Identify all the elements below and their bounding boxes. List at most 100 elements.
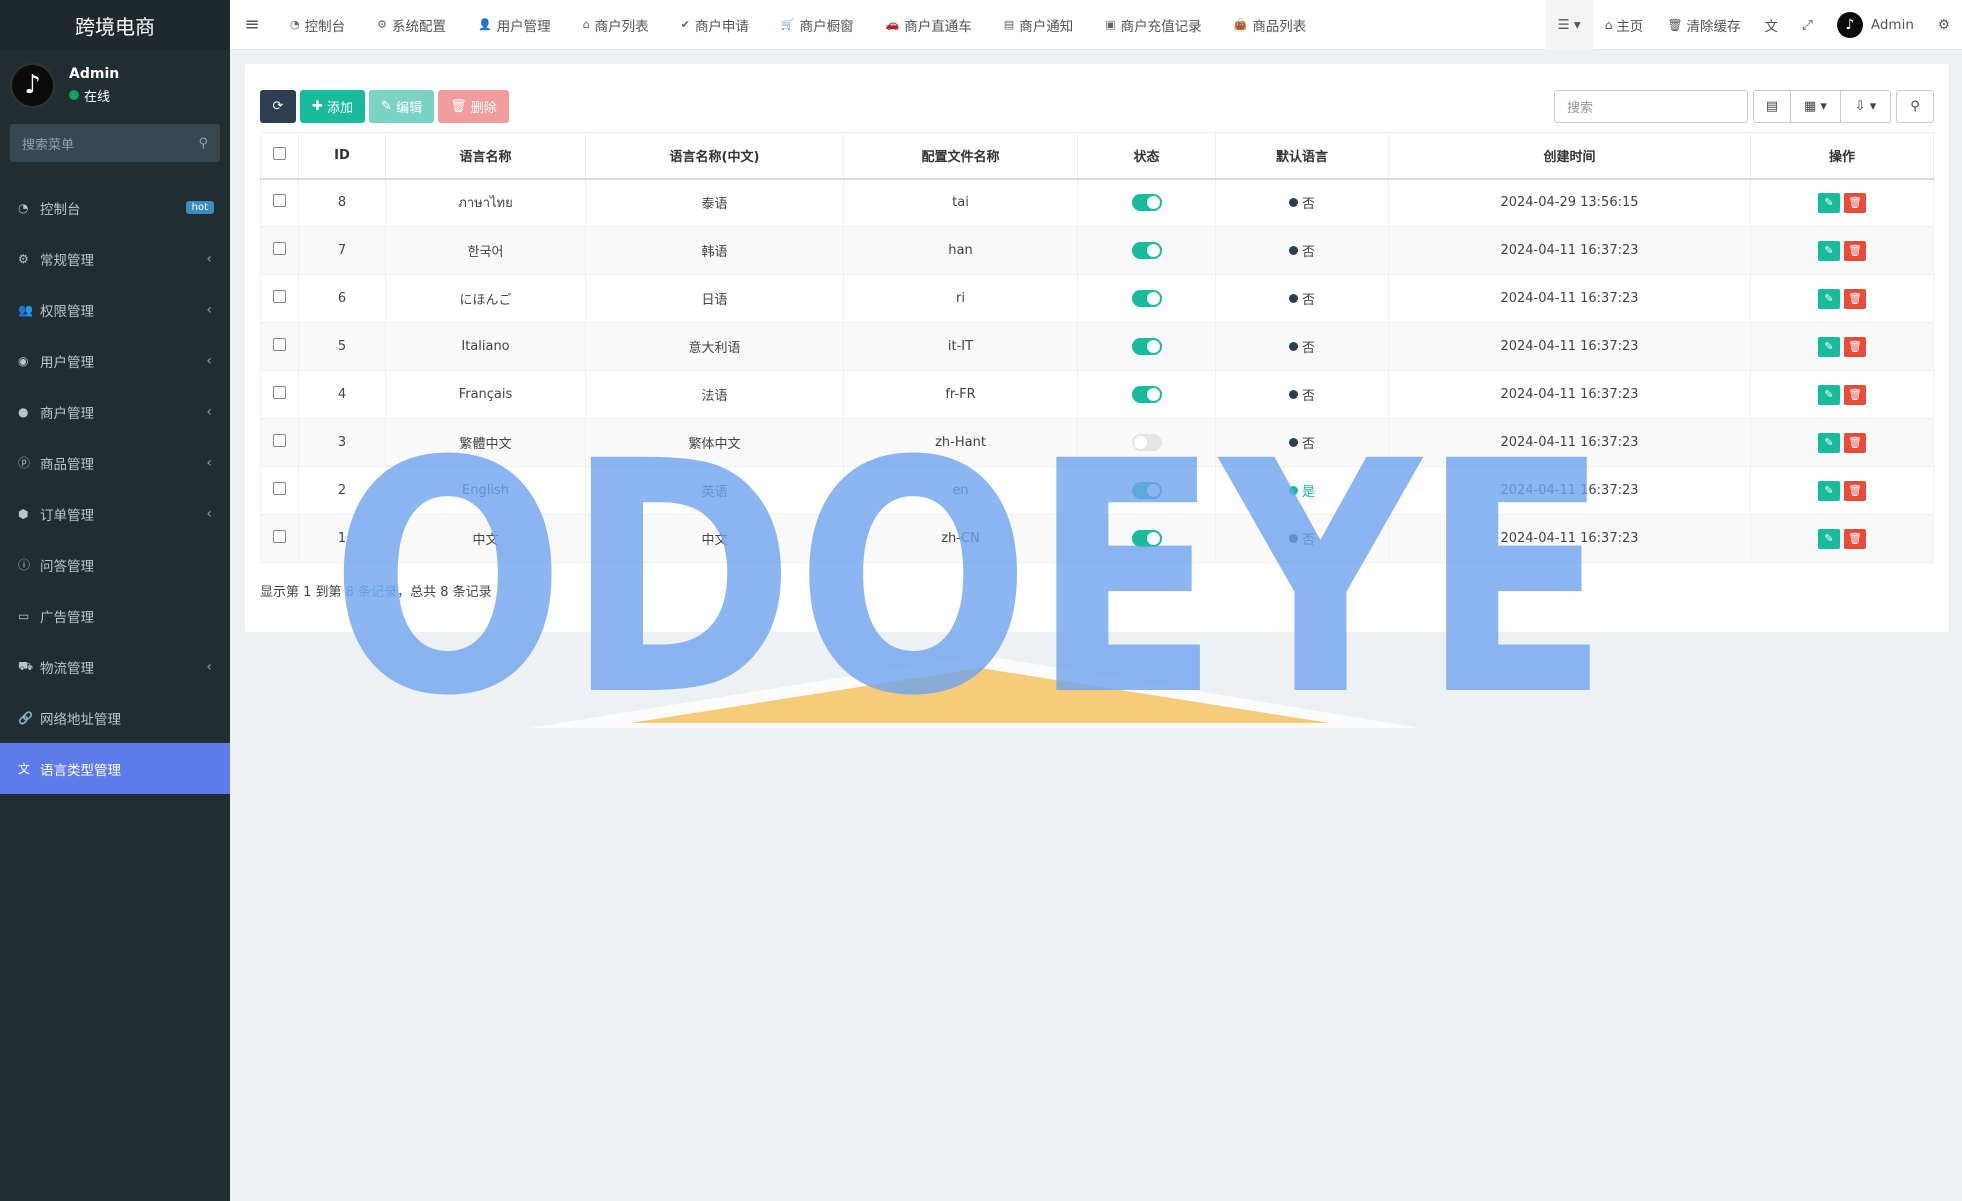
brand-title[interactable]: 跨境电商 (0, 0, 230, 50)
nav-tab[interactable]: ▣ 商户充值记录 (1089, 0, 1217, 50)
row-select[interactable] (260, 418, 299, 467)
user-status: 在线 (69, 86, 119, 105)
row-select[interactable] (260, 226, 299, 275)
header-name[interactable]: 语言名称 (385, 132, 586, 180)
export-dropdown-icon[interactable]: ⇩ ▾ (1841, 90, 1891, 123)
sidebar-item[interactable]: 👥 权限管理 ‹ (0, 284, 230, 335)
checkbox-icon[interactable] (273, 146, 286, 160)
row-select[interactable] (260, 514, 299, 563)
checkbox-icon[interactable] (273, 242, 286, 255)
edit-row-button[interactable]: ✎ (1818, 336, 1840, 357)
nav-tab[interactable]: 🚗 商户直通车 (870, 0, 988, 50)
header-file[interactable]: 配置文件名称 (843, 132, 1078, 180)
sidebar-item[interactable]: ⚙ 常规管理 ‹ (0, 233, 230, 284)
status-toggle[interactable] (1131, 242, 1162, 259)
nav-tab[interactable]: 👤 用户管理 (462, 0, 567, 50)
edit-row-button[interactable]: ✎ (1818, 432, 1840, 453)
row-select[interactable] (260, 178, 299, 227)
menu-search-input[interactable]: 搜索菜单 ⚲ (10, 124, 220, 162)
checkbox-icon[interactable] (273, 194, 286, 208)
header-id[interactable]: ID (298, 132, 386, 180)
sidebar-item[interactable]: ▭ 广告管理 (0, 590, 230, 641)
status-toggle[interactable] (1131, 290, 1162, 307)
checkbox-icon[interactable] (273, 338, 286, 351)
sidebar-item[interactable]: ◉ 用户管理 ‹ (0, 335, 230, 386)
delete-row-button[interactable]: 🗑 (1844, 240, 1866, 261)
row-select[interactable] (260, 322, 299, 371)
select-all-checkbox[interactable] (260, 132, 299, 180)
nav-tab[interactable]: ⌂ 商户列表 (567, 0, 665, 50)
table-row[interactable]: 7 한국어 韩语 han 否 2024-04-11 16:37:23 ✎ 🗑 (260, 226, 1934, 275)
columns-dropdown-icon[interactable]: ▦ ▾ (1791, 90, 1841, 123)
home-link[interactable]: ⌂ 主页 (1593, 0, 1656, 50)
sidebar-item[interactable]: ⛟ 物流管理 ‹ (0, 641, 230, 692)
status-toggle[interactable] (1131, 338, 1162, 355)
checkbox-icon[interactable] (273, 290, 286, 303)
search-icon[interactable]: ⚲ (1896, 90, 1934, 123)
table-row[interactable]: 3 繁體中文 繁体中文 zh-Hant 否 2024-04-11 16:37:2… (260, 418, 1934, 467)
sidebar-item[interactable]: 文语言类型管理 (0, 743, 230, 794)
row-select[interactable] (260, 370, 299, 419)
table-row[interactable]: 4 Français 法语 fr-FR 否 2024-04-11 16:37:2… (260, 370, 1934, 419)
nav-tab[interactable]: 🛒 商户橱窗 (765, 0, 870, 50)
nav-tab[interactable]: 👜 商品列表 (1218, 0, 1323, 50)
status-toggle[interactable] (1131, 194, 1162, 212)
delete-row-button[interactable]: 🗑 (1844, 288, 1866, 309)
delete-row-button[interactable]: 🗑 (1844, 528, 1866, 549)
sidebar-item[interactable]: ⬢ 订单管理 ‹ (0, 488, 230, 539)
header-default[interactable]: 默认语言 (1215, 132, 1389, 180)
status-toggle[interactable] (1131, 386, 1162, 403)
checkbox-icon[interactable] (273, 482, 286, 495)
refresh-button[interactable]: ⟳ (260, 90, 296, 123)
delete-button[interactable]: 🗑 删除 (438, 90, 509, 123)
table-row[interactable]: 8 ภาษาไทย 泰语 tai 否 2024-04-29 13:56:15 ✎… (260, 178, 1934, 227)
nav-tab[interactable]: ▤ 商户通知 (988, 0, 1089, 50)
table-row[interactable]: 6 にほんご 日语 ri 否 2024-04-11 16:37:23 ✎ 🗑 (260, 274, 1934, 323)
settings-gear-icon[interactable]: ⚙ (1926, 0, 1962, 50)
table-row[interactable]: 1 中文 中文 zh-CN 否 2024-04-11 16:37:23 ✎ 🗑 (260, 514, 1934, 563)
header-name-cn[interactable]: 语言名称(中文) (585, 132, 844, 180)
nav-tab[interactable]: ⚙ 系统配置 (361, 0, 462, 50)
add-button[interactable]: ✚ 添加 (300, 90, 366, 123)
edit-row-button[interactable]: ✎ (1818, 480, 1840, 501)
checkbox-icon[interactable] (273, 530, 286, 543)
sidebar-item[interactable]: ● 商户管理 ‹ (0, 386, 230, 437)
status-toggle[interactable] (1131, 482, 1162, 499)
admin-menu[interactable]: ♪ Admin (1825, 0, 1926, 50)
delete-row-button[interactable]: 🗑 (1844, 384, 1866, 405)
nav-tab[interactable]: ◔ 控制台 (274, 0, 361, 50)
edit-row-button[interactable]: ✎ (1818, 384, 1840, 405)
status-toggle[interactable] (1131, 434, 1162, 451)
table-row[interactable]: 5 Italiano 意大利语 it-IT 否 2024-04-11 16:37… (260, 322, 1934, 371)
toggle-view-icon[interactable]: ▤ (1753, 90, 1791, 123)
checkbox-icon[interactable] (273, 386, 286, 399)
delete-row-button[interactable]: 🗑 (1844, 336, 1866, 357)
nav-tab[interactable]: ✔ 商户申请 (665, 0, 765, 50)
edit-row-button[interactable]: ✎ (1818, 288, 1840, 309)
status-toggle[interactable] (1131, 530, 1162, 547)
row-select[interactable] (260, 274, 299, 323)
delete-row-button[interactable]: 🗑 (1844, 192, 1866, 213)
table-row[interactable]: 2 English 英语 en 是 2024-04-11 16:37:23 ✎ 🗑 (260, 466, 1934, 515)
checkbox-icon[interactable] (273, 434, 286, 447)
row-select[interactable] (260, 466, 299, 515)
sidebar-item[interactable]: 🔗 网络地址管理 (0, 692, 230, 743)
clear-cache-link[interactable]: 🗑 清除缓存 (1655, 0, 1752, 50)
hamburger-icon[interactable]: ≡ (230, 14, 274, 35)
translate-icon[interactable]: 文 (1753, 0, 1791, 50)
list-dropdown-icon[interactable]: ☰ ▾ (1545, 0, 1593, 50)
sidebar-item[interactable]: ◔ 控制台 hot (0, 182, 230, 233)
edit-row-button[interactable]: ✎ (1818, 192, 1840, 213)
sidebar-item[interactable]: ⓟ 商品管理 ‹ (0, 437, 230, 488)
header-status[interactable]: 状态 (1077, 132, 1216, 180)
edit-row-button[interactable]: ✎ (1818, 528, 1840, 549)
edit-button[interactable]: ✎ 编辑 (369, 90, 435, 123)
table-search-input[interactable]: 搜索 (1554, 90, 1748, 123)
fullscreen-icon[interactable]: ⤢ (1790, 0, 1825, 50)
edit-row-button[interactable]: ✎ (1818, 240, 1840, 261)
delete-row-button[interactable]: 🗑 (1844, 432, 1866, 453)
search-icon[interactable]: ⚲ (198, 136, 208, 151)
header-created[interactable]: 创建时间 (1388, 132, 1751, 180)
sidebar-item[interactable]: ⓘ 问答管理 (0, 539, 230, 590)
delete-row-button[interactable]: 🗑 (1844, 480, 1866, 501)
